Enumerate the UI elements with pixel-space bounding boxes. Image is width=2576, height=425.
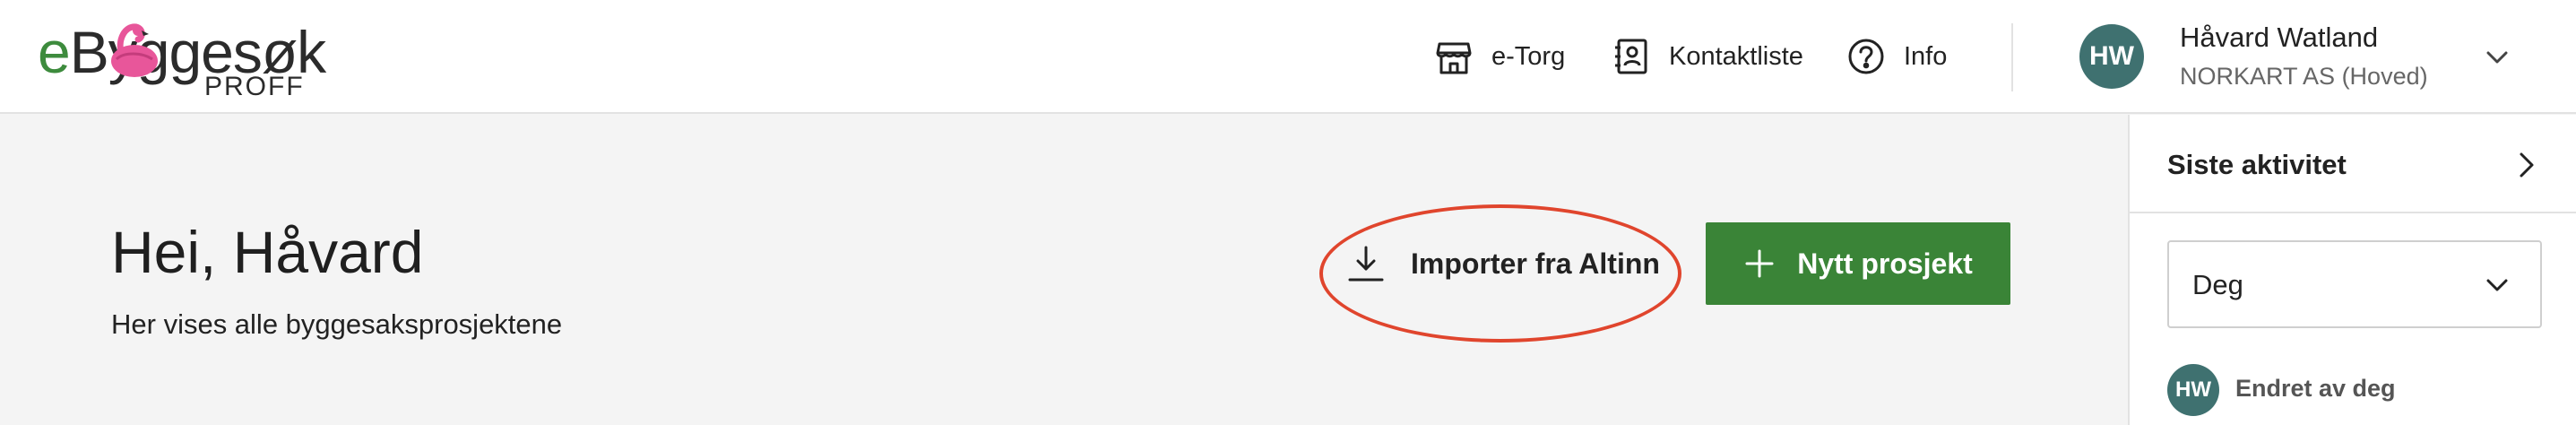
page-title: Hei, Håvard (111, 219, 424, 285)
chevron-down-icon (2486, 279, 2508, 291)
user-name[interactable]: Håvard Watland (2180, 22, 2378, 54)
plus-icon (1745, 249, 1774, 278)
page-subtitle: Her vises alle byggesaksprosjektene (111, 308, 563, 340)
store-icon (1436, 42, 1472, 74)
ebyggesok-proff-logo[interactable]: eByggesøk PROFF (38, 16, 326, 101)
nav-info[interactable]: Info (1846, 34, 1947, 79)
user-organization[interactable]: NORKART AS (Hoved) (2180, 63, 2428, 91)
header-divider (2011, 23, 2013, 91)
chevron-down-icon[interactable] (2479, 39, 2515, 75)
nav-info-label: Info (1904, 41, 1948, 71)
panel-divider (2130, 212, 2576, 213)
activity-filter-select[interactable]: Deg (2167, 240, 2542, 328)
nav-kontaktliste-label: Kontaktliste (1669, 41, 1803, 71)
activity-item-text[interactable]: Endret av deg (2235, 375, 2396, 403)
nav-etorg[interactable]: e-Torg (1434, 34, 1565, 79)
chevron-right-icon[interactable] (2506, 145, 2546, 185)
nav-kontaktliste[interactable]: Kontaktliste (1612, 34, 1803, 79)
new-project-label: Nytt prosjekt (1797, 247, 1973, 280)
user-avatar[interactable]: HW (2079, 24, 2144, 89)
contact-book-icon (1615, 39, 1647, 74)
new-project-button[interactable]: Nytt prosjekt (1706, 222, 2010, 305)
help-circle-icon (1848, 39, 1884, 74)
top-header: eByggesøk PROFF e-Torg Kontaktliste Info… (0, 0, 2576, 114)
recent-activity-panel: Siste aktivitet Deg HW Endret av deg (2128, 115, 2576, 425)
highlight-annotation (1319, 204, 1681, 343)
recent-activity-heading: Siste aktivitet (2167, 149, 2347, 180)
logo-subtitle: PROFF (204, 72, 305, 101)
activity-avatar: HW (2167, 364, 2219, 416)
nav-etorg-label: e-Torg (1491, 41, 1566, 71)
flamingo-icon (111, 23, 158, 77)
activity-filter-value: Deg (2192, 269, 2243, 300)
